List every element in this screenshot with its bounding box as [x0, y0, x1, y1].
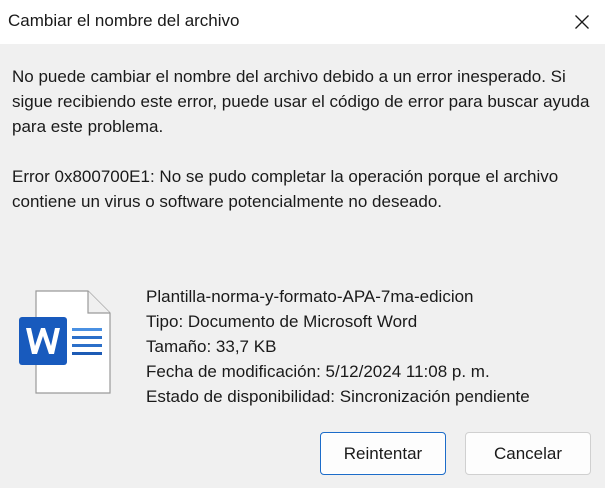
- file-details: Plantilla-norma-y-formato-APA-7ma-edicio…: [146, 284, 530, 409]
- title-bar: Cambiar el nombre del archivo: [0, 0, 605, 44]
- file-modified-date: Fecha de modificación: 5/12/2024 11:08 p…: [146, 362, 490, 381]
- retry-button[interactable]: Reintentar: [320, 432, 446, 475]
- word-document-icon: [18, 290, 112, 396]
- close-icon: [575, 15, 589, 29]
- close-button[interactable]: [559, 0, 605, 44]
- file-name: Plantilla-norma-y-formato-APA-7ma-edicio…: [146, 287, 474, 306]
- file-type: Tipo: Documento de Microsoft Word: [146, 312, 418, 331]
- rename-error-dialog: Cambiar el nombre del archivo No puede c…: [0, 0, 605, 488]
- cancel-button[interactable]: Cancelar: [465, 432, 591, 475]
- file-availability-status: Estado de disponibilidad: Sincronización…: [146, 387, 530, 406]
- dialog-title: Cambiar el nombre del archivo: [8, 11, 240, 30]
- error-description: No puede cambiar el nombre del archivo d…: [12, 67, 590, 136]
- error-code-message: Error 0x800700E1: No se pudo completar l…: [12, 167, 559, 211]
- file-size: Tamaño: 33,7 KB: [146, 337, 277, 356]
